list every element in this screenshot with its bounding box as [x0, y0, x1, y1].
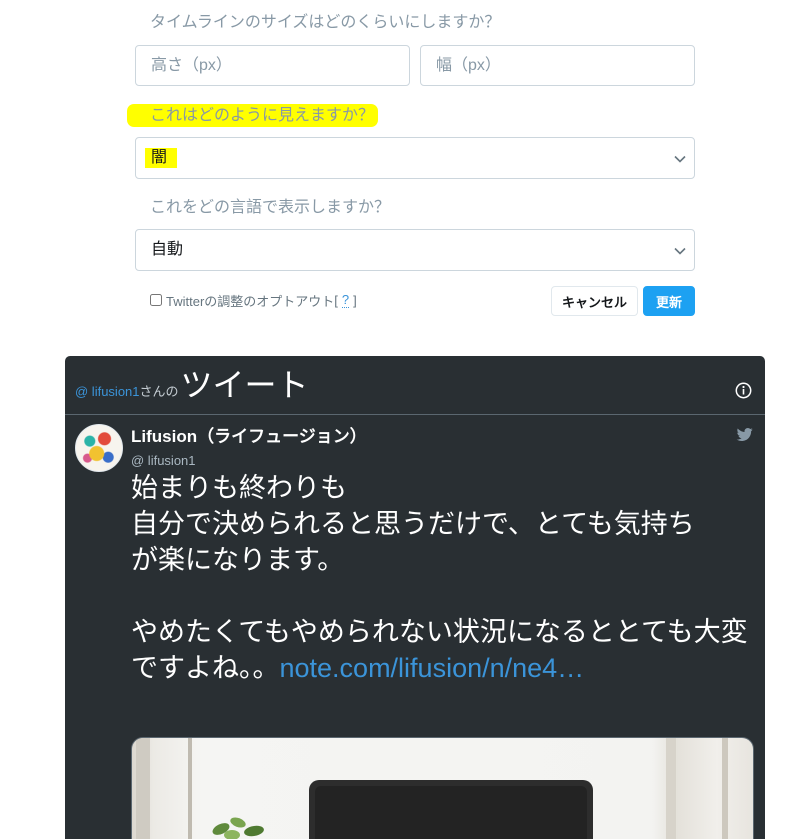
- tweet-line: 始まりも終わりも: [131, 473, 347, 503]
- tweet-author-name[interactable]: Lifusion（ライフュージョン）: [131, 426, 367, 448]
- tweet-media-card[interactable]: [131, 737, 754, 839]
- avatar[interactable]: [75, 424, 123, 472]
- tweet-line: ですよね。。: [131, 653, 280, 683]
- photo-plant-leaf: [224, 830, 240, 839]
- photo-window-frame-right: [666, 738, 676, 839]
- theme-question-label: これはどのように見えますか？: [150, 107, 375, 124]
- optout-checkbox[interactable]: [150, 294, 162, 306]
- tweet-link[interactable]: note.com/lifusion/n/ne4…: [280, 653, 585, 683]
- photo-window-frame-left: [136, 738, 150, 839]
- timeline-preview: @ lifusion1 さんの ツイート Lifusion（ライフュージョン） …: [65, 356, 765, 839]
- optout-label: Twitterの調整のオプトアウト: [166, 293, 335, 309]
- photo-plant-leaf: [228, 815, 248, 830]
- language-select-value: 自動: [151, 241, 184, 258]
- language-select[interactable]: 自動: [135, 229, 695, 271]
- tweet-line: 自分で決められると思うだけで、とても気持ち: [131, 509, 695, 539]
- cancel-button[interactable]: キャンセル: [551, 286, 638, 316]
- tweet-author-handle[interactable]: @ lifusion1: [131, 452, 196, 470]
- theme-select-value: 闇: [151, 149, 168, 166]
- timeline-title: @ lifusion1 さんの ツイート: [75, 364, 309, 406]
- timeline-header-title: ツイート: [180, 367, 309, 403]
- photo-window-frame-right: [722, 738, 728, 839]
- photo-window-frame-left: [188, 738, 192, 839]
- timeline-header-suffix: さんの: [139, 384, 179, 399]
- update-button[interactable]: 更新: [643, 286, 695, 316]
- theme-select[interactable]: 闇: [135, 137, 695, 179]
- timeline-header: @ lifusion1 さんの ツイート: [65, 356, 765, 415]
- tweet-line-with-link: ですよね。。note.com/lifusion/n/ne4…: [131, 650, 755, 686]
- optout-help-link[interactable]: ?: [341, 292, 350, 308]
- twitter-bird-icon[interactable]: [736, 426, 753, 443]
- optout-bracket-open: [: [334, 292, 338, 308]
- tweet-line: が楽になります。: [131, 545, 345, 575]
- optout-row: Twitterの調整のオプトアウト [ ? ]: [150, 290, 357, 310]
- tweet-text: 始まりも終わりも 自分で決められると思うだけで、とても気持ち が楽になります。 …: [131, 470, 755, 686]
- language-question-label: これをどの言語で表示しますか？: [150, 199, 391, 216]
- tweet-paragraph: やめたくてもやめられない状況になるととても大変 ですよね。。note.com/l…: [131, 614, 755, 686]
- optout-bracket-close: ]: [353, 292, 357, 308]
- tweet-line: やめたくてもやめられない状況になるととても大変: [131, 617, 748, 647]
- chevron-down-icon: [674, 155, 686, 163]
- photo-plant-leaf: [243, 824, 265, 838]
- info-icon[interactable]: [735, 382, 752, 399]
- photo-laptop-screen: [315, 786, 587, 839]
- tweet-paragraph: 始まりも終わりも 自分で決められると思うだけで、とても気持ち が楽になります。: [131, 470, 755, 578]
- size-question-label: タイムラインのサイズはどのくらいにしますか？: [150, 14, 501, 31]
- timeline-header-handle[interactable]: @ lifusion1: [75, 384, 140, 399]
- height-input[interactable]: [135, 45, 410, 86]
- width-input[interactable]: [420, 45, 695, 86]
- chevron-down-icon: [674, 247, 686, 255]
